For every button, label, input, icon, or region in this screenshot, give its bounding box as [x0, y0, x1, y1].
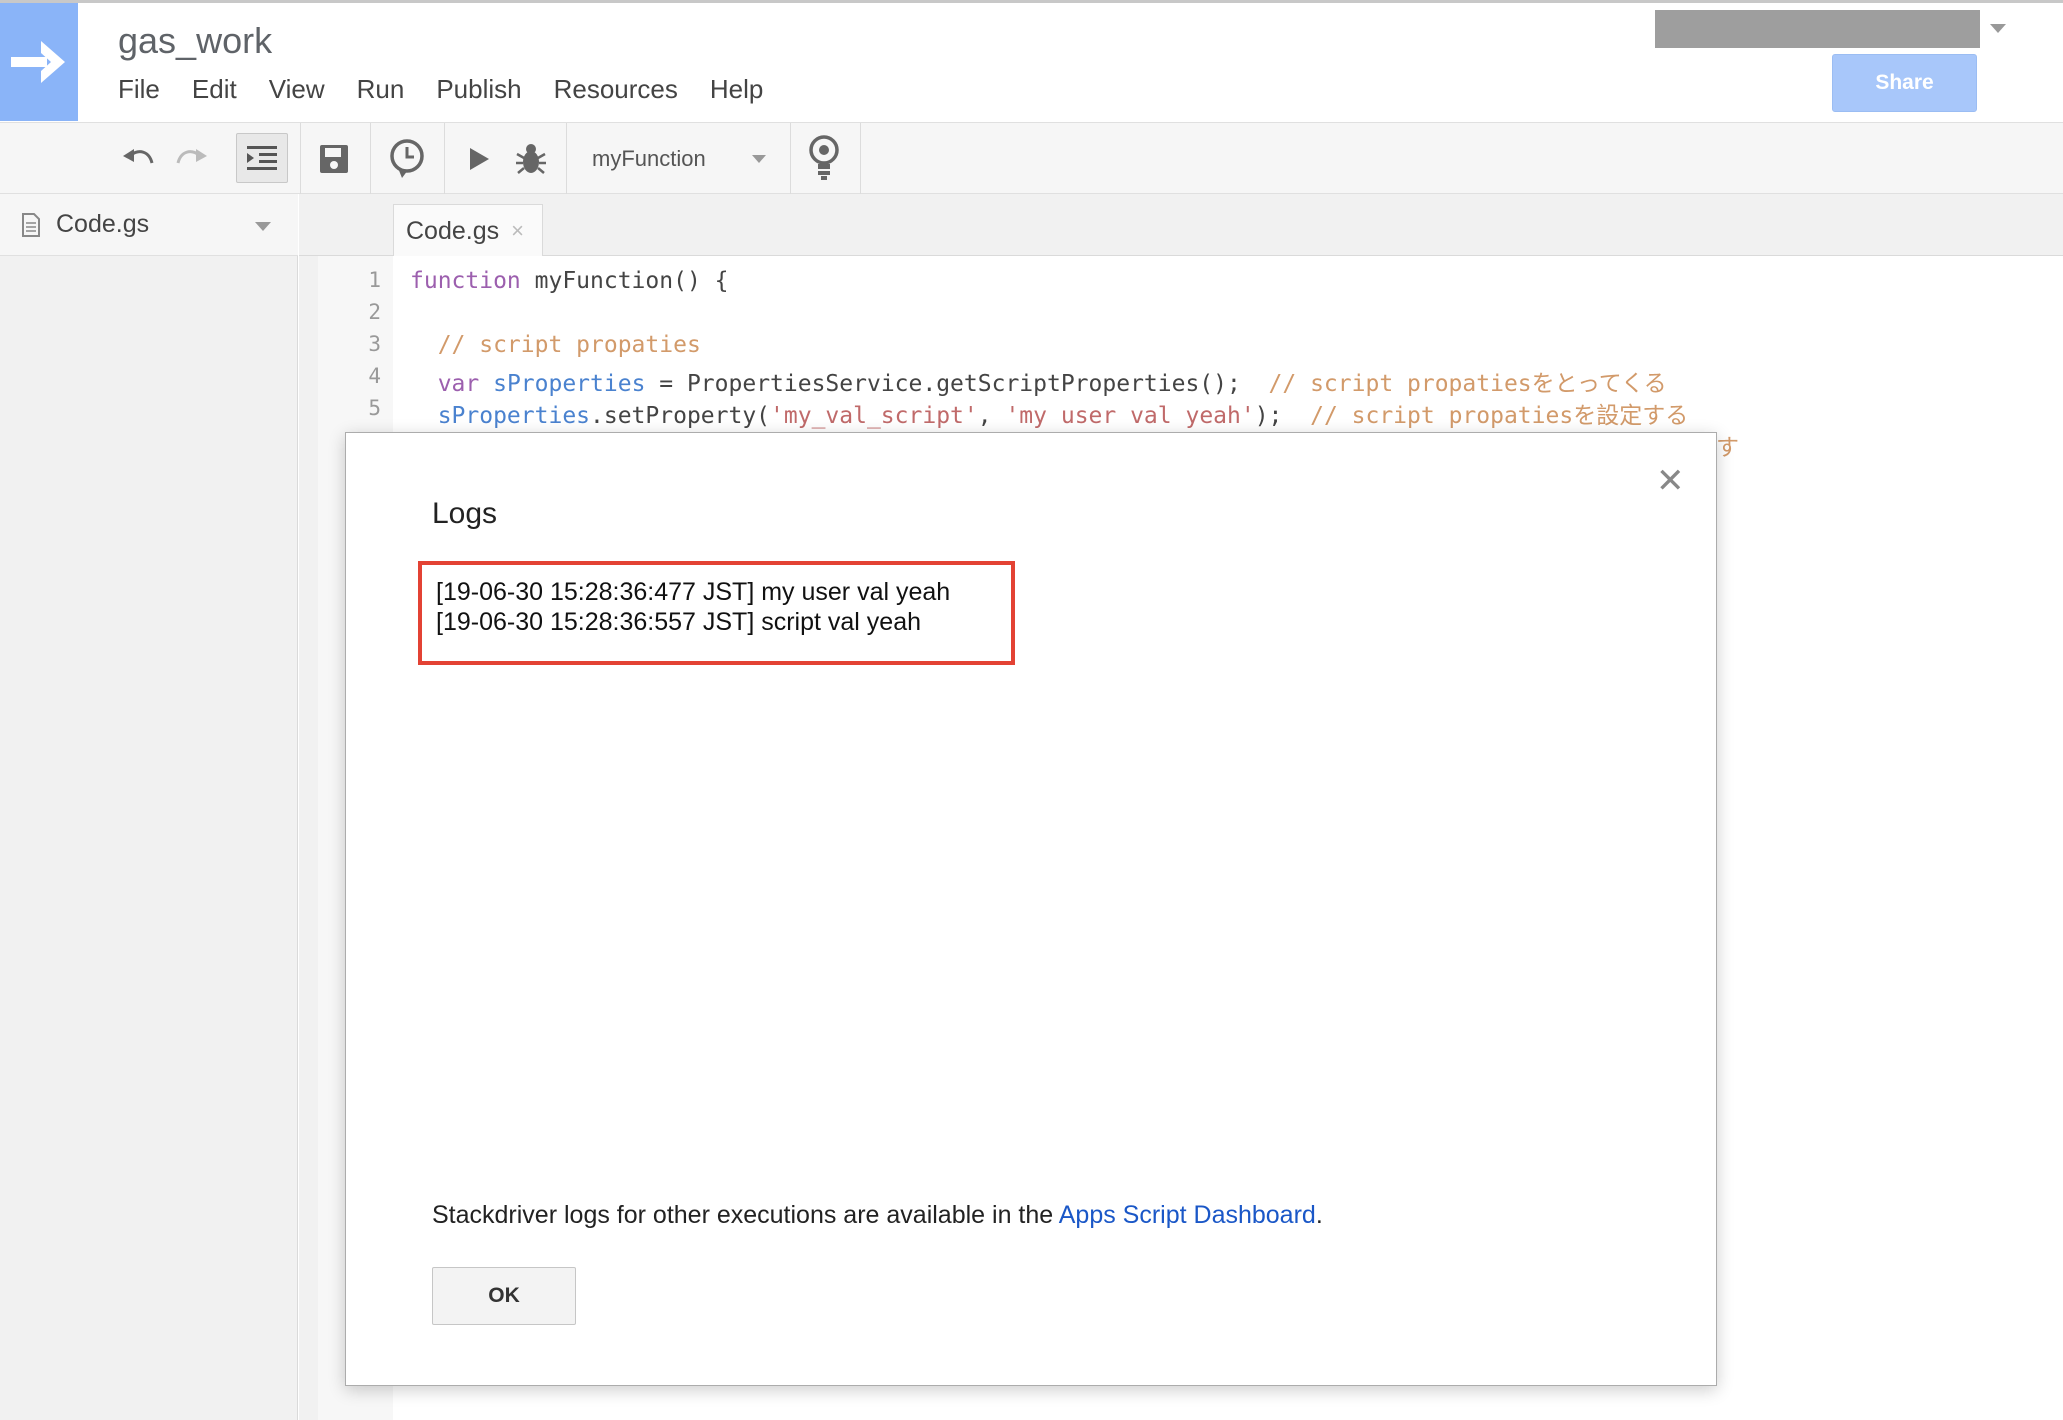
file-name: Code.gs — [56, 210, 150, 238]
menu-edit[interactable]: Edit — [192, 74, 237, 105]
toolbar-divider — [790, 123, 791, 195]
menu-publish[interactable]: Publish — [436, 74, 521, 105]
code-token: sProperties — [479, 371, 646, 397]
indent-icon — [247, 146, 277, 170]
logs-dialog: ✕ Logs [19-06-30 15:28:36:477 JST] my us… — [345, 432, 1717, 1386]
file-sidebar: Code.gs — [0, 194, 298, 1420]
note-text: Stackdriver logs for other executions ar… — [432, 1201, 1059, 1229]
lightbulb-icon — [809, 135, 839, 180]
function-chevron-down-icon[interactable] — [752, 155, 766, 163]
menu-help[interactable]: Help — [710, 74, 763, 105]
account-name-redacted[interactable] — [1655, 10, 1980, 48]
tab-strip: Code.gs × — [299, 194, 2063, 257]
log-entries-highlight: [19-06-30 15:28:36:477 JST] my user val … — [418, 561, 1015, 665]
toolbar-divider — [860, 123, 861, 195]
log-entry: [19-06-30 15:28:36:477 JST] my user val … — [436, 578, 951, 606]
code-token: var — [410, 371, 480, 397]
line-number: 5 — [368, 396, 381, 420]
code-line-5: sProperties.setProperty('my_val_script',… — [410, 396, 1689, 429]
toolbar: myFunction — [0, 122, 2063, 195]
code-token: // script propatiesをとってくる — [1268, 371, 1667, 397]
apps-script-dashboard-link[interactable]: Apps Script Dashboard — [1059, 1201, 1316, 1229]
run-icon — [470, 148, 489, 170]
code-token: myFunction() { — [520, 268, 729, 294]
triggers-icon — [390, 139, 424, 178]
code-token: // script propaties — [410, 332, 701, 358]
line-number: 3 — [368, 332, 381, 356]
code-token: ); — [1254, 403, 1311, 429]
code-token: // script propatiesを設定する — [1310, 403, 1689, 429]
function-select-value: myFunction — [592, 146, 706, 171]
lightbulb-button[interactable] — [806, 133, 842, 183]
apps-script-logo[interactable] — [0, 3, 78, 121]
line-number: 2 — [368, 300, 381, 324]
file-menu-chevron-down-icon[interactable] — [255, 222, 271, 231]
undo-button[interactable] — [118, 143, 158, 175]
code-line-3: // script propaties — [410, 332, 701, 364]
account-chevron-down-icon[interactable] — [1990, 24, 2006, 33]
ok-button[interactable]: OK — [432, 1267, 576, 1325]
save-button[interactable] — [316, 139, 352, 179]
debug-button[interactable] — [512, 139, 550, 179]
code-line-4: var sProperties = PropertiesService.getS… — [410, 364, 1667, 397]
tab-code-gs[interactable]: Code.gs × — [393, 204, 543, 257]
indent-button[interactable] — [236, 133, 288, 183]
run-button[interactable] — [464, 141, 494, 177]
arrow-logo-icon — [11, 41, 65, 83]
stackdriver-note: Stackdriver logs for other executions ar… — [432, 1201, 1323, 1230]
code-token: function — [410, 268, 521, 294]
code-token: = PropertiesService.getScriptProperties(… — [645, 371, 1269, 397]
code-token: 'my_val_script' — [770, 403, 978, 429]
line-number: 1 — [368, 268, 381, 292]
dialog-title: Logs — [432, 497, 498, 530]
code-line-6-partial: す — [1716, 428, 1739, 461]
undo-icon — [123, 149, 154, 164]
debug-icon — [516, 144, 546, 174]
tab-label: Code.gs — [406, 216, 500, 245]
menu-view[interactable]: View — [269, 74, 325, 105]
file-item-code-gs[interactable]: Code.gs — [0, 194, 298, 256]
tab-close-icon[interactable]: × — [511, 218, 524, 244]
redo-button[interactable] — [172, 143, 212, 175]
toolbar-divider — [300, 123, 301, 195]
menu-resources[interactable]: Resources — [554, 74, 678, 105]
file-icon — [22, 212, 40, 237]
code-token: sProperties — [410, 403, 591, 429]
toolbar-divider — [566, 123, 567, 195]
menu-bar: File Edit View Run Publish Resources Hel… — [118, 74, 763, 105]
menu-run[interactable]: Run — [357, 74, 405, 105]
save-icon — [320, 145, 348, 173]
close-icon[interactable]: ✕ — [1656, 461, 1685, 501]
code-token: す — [1716, 435, 1739, 461]
top-border — [0, 0, 2063, 3]
line-number: 4 — [368, 364, 381, 388]
code-token: , — [977, 403, 1006, 429]
project-title[interactable]: gas_work — [118, 20, 272, 62]
log-entry: [19-06-30 15:28:36:557 JST] script val y… — [436, 608, 922, 636]
code-line-1: function myFunction() { — [410, 268, 729, 300]
menu-file[interactable]: File — [118, 74, 160, 105]
note-period: . — [1315, 1201, 1323, 1229]
toolbar-divider — [444, 123, 445, 195]
code-token: .setProperty( — [590, 403, 771, 429]
code-token: 'my user val yeah' — [1005, 403, 1255, 429]
triggers-button[interactable] — [386, 137, 428, 181]
app-window: gas_work File Edit View Run Publish Reso… — [0, 0, 2063, 1420]
toolbar-divider — [370, 123, 371, 195]
redo-icon — [176, 149, 207, 164]
share-button[interactable]: Share — [1832, 54, 1977, 112]
